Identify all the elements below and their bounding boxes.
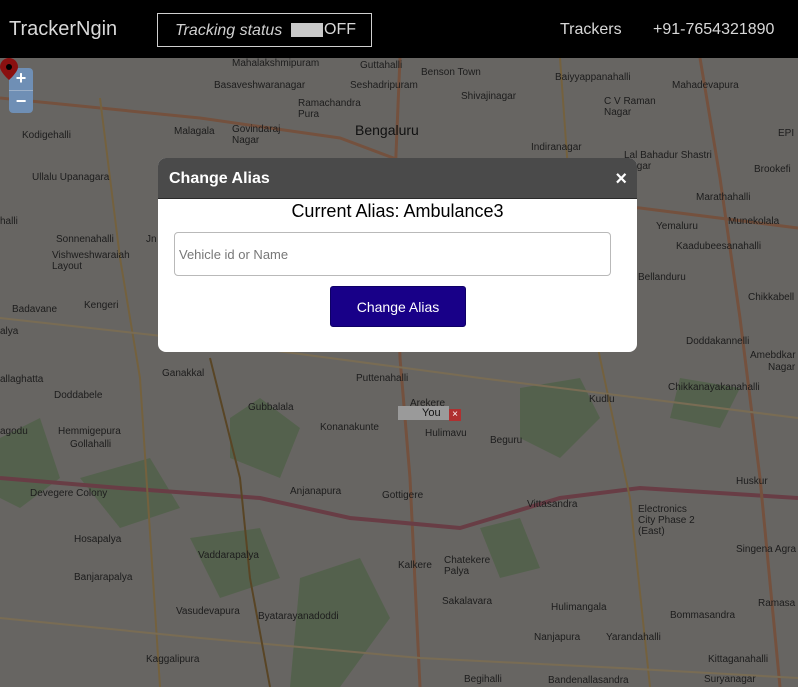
current-alias-text: Current Alias: Ambulance3 [291, 201, 504, 221]
change-alias-modal: Change Alias × Current Alias: Ambulance3… [158, 158, 637, 352]
brand-logo-text[interactable]: TrackerNgin [9, 18, 117, 41]
nav-trackers-link[interactable]: Trackers [560, 21, 622, 39]
modal-header: Change Alias × [158, 158, 637, 199]
alias-input[interactable] [174, 232, 611, 276]
marker-label: You [398, 406, 449, 420]
map-view[interactable]: Mahalakshmipuram Guttahalli Benson Town … [0, 58, 798, 687]
modal-title: Change Alias [169, 170, 270, 187]
zoom-out-button[interactable]: − [9, 90, 33, 113]
location-pin-icon[interactable] [0, 58, 18, 80]
tracking-toggle-switch[interactable] [291, 23, 323, 37]
change-alias-button[interactable]: Change Alias [330, 286, 466, 327]
tracking-status-label: Tracking status [175, 22, 283, 39]
top-navbar: TrackerNgin Tracking status OFF Trackers… [0, 0, 798, 58]
modal-backdrop[interactable] [0, 58, 798, 687]
marker-close-icon[interactable]: × [449, 409, 461, 421]
tracking-state-text: OFF [324, 21, 356, 38]
close-icon[interactable]: × [615, 169, 627, 189]
tracking-status-control[interactable]: Tracking status OFF [157, 13, 372, 47]
phone-number: +91-7654321890 [653, 21, 775, 38]
